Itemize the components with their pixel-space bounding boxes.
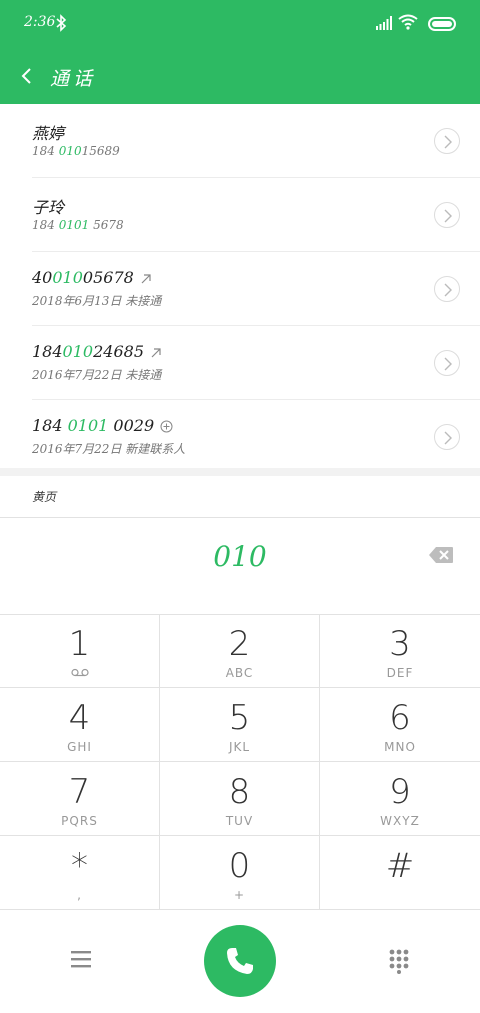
phone-icon [227, 948, 253, 974]
key-digit: 8 [228, 772, 251, 812]
key-letters: WXYZ [380, 814, 420, 828]
voicemail-icon [71, 668, 89, 677]
contact-number: 184 01015689 [32, 144, 120, 158]
key-digit: 2 [228, 624, 251, 664]
chevron-right-icon [444, 357, 452, 371]
call-detail: 2018年6月13日 未接通 [32, 294, 162, 308]
battery-icon [428, 17, 456, 31]
key-9[interactable]: 9 WXYZ [320, 762, 480, 836]
back-arrow-icon[interactable] [14, 62, 42, 90]
key-digit: 4 [68, 698, 91, 738]
key-2[interactable]: 2 ABC [160, 614, 320, 688]
call-number: 4001005678 [32, 268, 152, 287]
outgoing-arrow-icon [151, 347, 161, 357]
key-letters: TUV [225, 814, 254, 828]
key-digit: 6 [389, 698, 411, 738]
dialed-digits: 010 [213, 540, 267, 573]
contact-name: 燕婷 [32, 124, 65, 143]
call-log-row[interactable]: 184 0101 0029 2016年7月22日 新建联系人 [32, 400, 480, 473]
key-5[interactable]: 5 JKL [160, 688, 320, 762]
dialpad-icon[interactable] [388, 948, 410, 974]
key-digit: 9 [389, 772, 411, 812]
key-letters: DEF [386, 666, 414, 680]
bluetooth-icon [56, 14, 67, 32]
key-4[interactable]: 4 GHI [0, 688, 160, 762]
key-letters: ABC [225, 666, 254, 680]
call-log-row[interactable]: 4001005678 2018年6月13日 未接通 [32, 252, 480, 326]
call-detail: 2016年7月22日 未接通 [32, 368, 162, 382]
key-letters: PQRS [61, 814, 98, 828]
key-digit: 3 [389, 624, 411, 664]
key-letters: , [77, 888, 82, 902]
contact-row[interactable]: 子玲 184 0101 5678 [32, 178, 480, 252]
key-letters: MNO [384, 740, 416, 754]
backspace-icon[interactable] [428, 546, 454, 564]
key-hash[interactable]: # [320, 836, 480, 910]
dial-entry: 010 [0, 518, 480, 615]
key-letters: GHI [67, 740, 92, 754]
key-0[interactable]: 0 + [160, 836, 320, 910]
key-6[interactable]: 6 MNO [320, 688, 480, 762]
key-digit: * [71, 846, 88, 886]
page-title: 通话 [50, 68, 97, 90]
details-button[interactable] [434, 202, 460, 228]
section-divider [0, 468, 480, 476]
chevron-right-icon [444, 283, 452, 297]
details-button[interactable] [434, 276, 460, 302]
outgoing-arrow-icon [141, 273, 151, 283]
yellow-pages-label: 黄页 [32, 490, 57, 504]
chevron-right-icon [444, 431, 452, 445]
key-3[interactable]: 3 DEF [320, 614, 480, 688]
key-digit: # [385, 846, 415, 886]
add-contact-icon [160, 420, 173, 433]
bottom-bar [0, 910, 480, 1013]
call-list: 燕婷 184 01015689 子玲 184 0101 5678 4001005… [0, 104, 480, 473]
contact-number: 184 0101 5678 [32, 218, 124, 232]
key-digit: 0 [228, 846, 251, 886]
dial-keypad: 1 2 ABC 3 DEF 4 GHI 5 JKL 6 MNO 7 PQRS 8… [0, 614, 480, 910]
call-button[interactable] [204, 925, 276, 997]
app-bar: 通话 [0, 50, 480, 104]
key-letters: + [233, 888, 246, 902]
chevron-right-icon [444, 135, 452, 149]
chevron-right-icon [444, 209, 452, 223]
key-digit: 5 [228, 698, 251, 738]
key-7[interactable]: 7 PQRS [0, 762, 160, 836]
key-8[interactable]: 8 TUV [160, 762, 320, 836]
call-number: 184 0101 0029 [32, 416, 173, 435]
signal-icon [376, 16, 392, 30]
contact-row[interactable]: 燕婷 184 01015689 [32, 104, 480, 178]
call-detail: 2016年7月22日 新建联系人 [32, 442, 186, 456]
status-bar: 2:36 [0, 0, 480, 50]
key-star[interactable]: * , [0, 836, 160, 910]
call-log-row[interactable]: 18401024685 2016年7月22日 未接通 [32, 326, 480, 400]
key-1[interactable]: 1 [0, 614, 160, 688]
contact-name: 子玲 [32, 198, 65, 217]
status-time: 2:36 [24, 14, 56, 30]
key-letters: JKL [228, 740, 251, 754]
details-button[interactable] [434, 350, 460, 376]
details-button[interactable] [434, 424, 460, 450]
key-digit: 1 [68, 624, 91, 664]
yellow-pages-row[interactable]: 黄页 [0, 476, 480, 518]
key-digit: 7 [68, 772, 91, 812]
menu-icon[interactable] [70, 948, 92, 970]
wifi-icon [398, 14, 418, 30]
call-number: 18401024685 [32, 342, 162, 361]
details-button[interactable] [434, 128, 460, 154]
